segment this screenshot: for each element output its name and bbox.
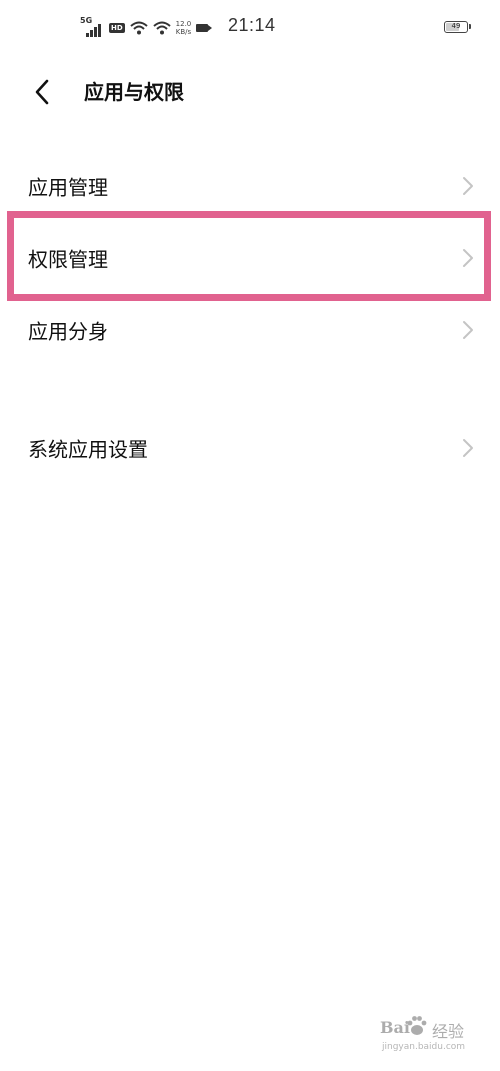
network-speed: 12.0 KB/s (176, 20, 192, 36)
speed-unit: KB/s (175, 28, 192, 36)
watermark-url: jingyan.baidu.com (382, 1042, 466, 1052)
hd-icon: HD (109, 23, 125, 33)
chevron-right-icon (463, 439, 473, 457)
watermark-chinese: 经验 (432, 1022, 465, 1041)
status-time: 21:14 (228, 15, 276, 35)
header: 应用与权限 (0, 62, 500, 122)
menu-item-label: 权限管理 (28, 247, 108, 272)
battery-icon: 49 (444, 21, 471, 33)
screen: 5G HD 12.0 KB/s 21:14 49 应用与权限 应用管理 权限管理… (0, 0, 500, 1071)
battery-percent: 49 (451, 22, 461, 30)
chevron-right-icon (463, 177, 473, 195)
speed-value: 12.0 (175, 20, 192, 28)
status-icons: 5G HD 12.0 KB/s (80, 16, 213, 40)
menu-item-app-clone[interactable]: 应用分身 (0, 294, 500, 366)
menu-item-label: 应用分身 (28, 319, 108, 344)
chevron-right-icon (463, 321, 473, 339)
menu-item-system-app-settings[interactable]: 系统应用设置 (0, 412, 500, 484)
menu-item-app-management[interactable]: 应用管理 (0, 150, 500, 222)
wifi-icon (130, 21, 148, 35)
paw-icon (407, 1016, 427, 1035)
status-bar: 5G HD 12.0 KB/s 21:14 49 (0, 0, 500, 56)
signal-icon: 5G (80, 16, 104, 37)
back-button[interactable] (24, 74, 60, 110)
chevron-right-icon (463, 249, 473, 267)
menu-item-permission-management[interactable]: 权限管理 (0, 222, 500, 294)
camera-icon (196, 24, 213, 32)
chevron-left-icon (35, 79, 49, 105)
menu-item-label: 系统应用设置 (28, 437, 148, 462)
watermark: Bai 经验 jingyan.baidu.com (380, 1014, 495, 1062)
page-title: 应用与权限 (84, 80, 184, 104)
wifi-icon (153, 21, 171, 35)
menu-item-label: 应用管理 (28, 175, 108, 200)
